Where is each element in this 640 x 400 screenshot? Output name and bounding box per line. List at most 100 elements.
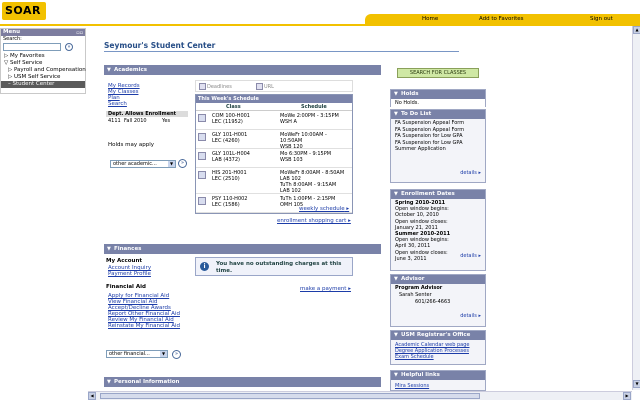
finances-header[interactable]: ▼ Finances: [104, 244, 381, 254]
academics-title: Academics: [114, 67, 148, 73]
collapse-arrow-icon[interactable]: ▼: [394, 331, 398, 340]
class-detail-icon[interactable]: [198, 133, 206, 141]
holds-title: Holds: [401, 91, 419, 97]
scroll-left-icon[interactable]: ◀: [88, 392, 96, 400]
class-detail-icon[interactable]: [198, 197, 206, 205]
search-link[interactable]: Search: [108, 101, 127, 107]
registrar-box: ▼ USM Registrar's Office Academic Calenda…: [390, 330, 486, 365]
advisor-header[interactable]: ▼ Advisor: [391, 275, 485, 284]
scroll-up-icon[interactable]: ▲: [633, 26, 640, 34]
class-detail-icon[interactable]: [198, 171, 206, 179]
menu-item-label: My Favorites: [9, 53, 45, 59]
menu-item-usm-self-service[interactable]: ▷ USM Self Service: [1, 74, 85, 81]
registrar-header[interactable]: ▼ USM Registrar's Office: [391, 331, 485, 340]
todo-item[interactable]: Summer Application: [395, 146, 481, 153]
class-cell: HIS 201-H001 LEC (2510): [212, 170, 247, 182]
no-charges-message: i You have no outstanding charges at thi…: [195, 257, 353, 276]
other-academic-select[interactable]: other academic... ▼: [110, 160, 176, 168]
class-cell: GLY 101L-H004 LAB (4372): [212, 151, 250, 163]
helpful-links-header[interactable]: ▼ Helpful links: [391, 371, 485, 380]
dept-allows: Yes: [162, 118, 171, 124]
soar-logo[interactable]: SOAR: [2, 2, 46, 20]
advisor-details-link[interactable]: details ▸: [460, 313, 481, 319]
make-payment-link[interactable]: make a payment ▸: [300, 286, 351, 292]
enrollment-dates-title: Enrollment Dates: [401, 191, 455, 197]
schedule-row: GLY 101L-H004 LAB (4372) Mo 6:30PM - 9:15P…: [196, 149, 352, 168]
payment-profile-link[interactable]: Payment Profile: [108, 271, 151, 277]
add-to-favorites-link[interactable]: Add to Favorites: [479, 16, 524, 22]
enrollment-details-link[interactable]: details ▸: [460, 253, 481, 259]
schedule-title: This Week's Schedule: [196, 95, 352, 103]
class-detail-icon[interactable]: [198, 152, 206, 160]
menu-search-label: Search:: [3, 36, 22, 42]
advisor-phone: 601/266-4663: [415, 299, 451, 305]
other-financial-select[interactable]: other financial... ▼: [106, 350, 168, 358]
personal-info-header[interactable]: ▼ Personal Information: [104, 377, 381, 387]
collapse-arrow-icon[interactable]: ▼: [107, 377, 111, 387]
details-label: details: [460, 253, 477, 259]
academic-go-icon[interactable]: »: [178, 159, 187, 168]
scroll-down-icon[interactable]: ▼: [633, 380, 640, 388]
todo-header[interactable]: ▼ To Do List: [391, 110, 485, 119]
deadlines-icon: [199, 83, 206, 90]
collapse-arrow-icon[interactable]: ▼: [394, 90, 398, 99]
scroll-thumb[interactable]: [100, 393, 480, 399]
holds-box: ▼ Holds No Holds.: [390, 89, 486, 108]
menu-item-student-center[interactable]: – Student Center: [1, 81, 85, 88]
vertical-scrollbar[interactable]: ▲ ▼: [632, 26, 640, 390]
menu-item-self-service[interactable]: ▽ Self Service: [1, 60, 85, 67]
dropdown-arrow-icon[interactable]: ▼: [160, 351, 167, 357]
horizontal-scrollbar[interactable]: ◀ ▶: [88, 391, 632, 400]
holds-header[interactable]: ▼ Holds: [391, 90, 485, 99]
helpful-link[interactable]: Mira Sessions: [395, 383, 481, 390]
weekly-schedule-table: This Week's Schedule Class Schedule COM …: [195, 94, 353, 214]
schedule-row: GLY 101-H001 LEC (4260) MoWeFr 10:00AM -10…: [196, 130, 352, 150]
shopping-cart-label: enrollment shopping cart: [277, 218, 347, 224]
dept-code: 4111: [108, 118, 121, 124]
menu-item-payroll[interactable]: ▷ Payroll and Compensation: [1, 67, 86, 74]
sign-out-link[interactable]: Sign out: [590, 16, 613, 22]
message-line-2: time.: [216, 268, 233, 274]
menu-search-go-icon[interactable]: »: [65, 43, 73, 51]
col-class: Class: [226, 104, 241, 110]
enrollment-dates-header[interactable]: ▼ Enrollment Dates: [391, 190, 485, 199]
collapse-arrow-icon[interactable]: ▼: [107, 65, 111, 75]
menu-item-my-favorites[interactable]: ▷ My Favorites: [1, 53, 85, 60]
scroll-right-icon[interactable]: ▶: [623, 392, 631, 400]
collapse-arrow-icon[interactable]: ▼: [394, 371, 398, 380]
menu-item-label: USM Self Service: [13, 74, 61, 80]
finances-title: Finances: [114, 246, 142, 252]
search-for-classes-button[interactable]: SEARCH FOR CLASSES: [397, 68, 479, 78]
header: SOAR Home Add to Favorites Sign out: [0, 0, 640, 26]
tab-label: Deadlines: [207, 84, 232, 90]
todo-details-link[interactable]: details ▸: [460, 170, 481, 176]
collapse-arrow-icon[interactable]: ▼: [394, 275, 398, 284]
holds-text: No Holds.: [391, 99, 485, 108]
collapse-arrow-icon[interactable]: ▼: [394, 110, 398, 119]
menu-item-label: Self Service: [9, 60, 43, 66]
message-line-1: You have no outstanding charges at this: [216, 261, 342, 267]
schedule-row: COM 100-H001 LEC (11952) MoWe 2:00PM - 3:1…: [196, 111, 352, 130]
title-rule: [104, 51, 459, 52]
class-detail-icon[interactable]: [198, 114, 206, 122]
academics-header[interactable]: ▼ Academics: [104, 65, 381, 75]
tab-url[interactable]: URL: [256, 83, 274, 90]
dropdown-arrow-icon[interactable]: ▼: [168, 161, 175, 167]
select-value: other academic...: [113, 161, 157, 167]
shopping-cart-link[interactable]: enrollment shopping cart ▸: [277, 218, 351, 224]
tab-deadlines[interactable]: Deadlines: [199, 83, 232, 90]
weekly-schedule-label: weekly schedule: [299, 206, 345, 212]
menu-item-label: Payroll and Compensation: [13, 67, 86, 73]
exam-schedule-link[interactable]: Exam Schedule: [395, 354, 481, 361]
financial-go-icon[interactable]: »: [172, 350, 181, 359]
menu-collapse-icon[interactable]: ▫▫: [76, 30, 83, 37]
collapse-arrow-icon[interactable]: ▼: [107, 244, 111, 254]
schedule-line: WSB 103: [280, 157, 303, 163]
menu-header: Menu ▫▫: [1, 29, 85, 36]
home-link[interactable]: Home: [422, 16, 438, 22]
advisor-name: Sarah Senter: [399, 292, 432, 298]
aid-link-reinstate[interactable]: Reinstate My Financial Aid: [108, 323, 180, 329]
weekly-schedule-link[interactable]: weekly schedule ▸: [299, 206, 349, 212]
collapse-arrow-icon[interactable]: ▼: [394, 190, 398, 199]
menu-search-input[interactable]: [3, 43, 61, 51]
